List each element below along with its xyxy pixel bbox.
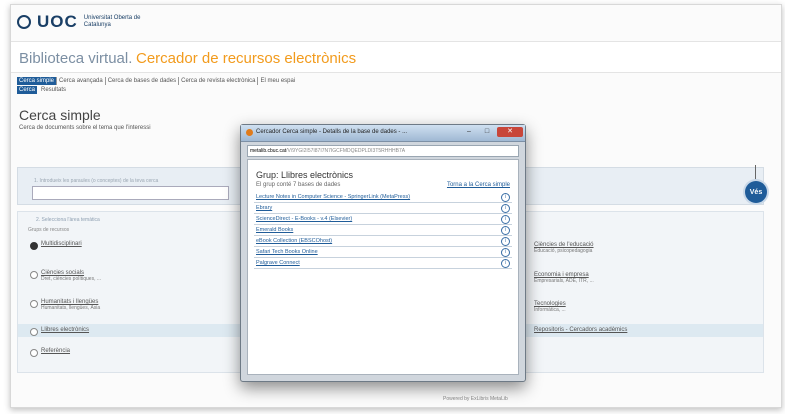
option-repositoris[interactable]: Repositoris - Cercadors acadèmics	[534, 327, 627, 333]
back-to-search-link[interactable]: Torna a la Cerca simple	[447, 182, 510, 188]
info-icon[interactable]: i	[501, 237, 510, 246]
option-tecnologies[interactable]: Tecnologies Informàtica, ...	[534, 301, 566, 313]
database-item: Palgrave Connect i	[254, 258, 512, 269]
database-item: Ebrary i	[254, 203, 512, 214]
option-desc: Humanitats, llengües, Àsia	[41, 305, 101, 311]
option-desc: Informàtica, ...	[534, 307, 566, 313]
group-count: El grup conté 7 bases de dades	[256, 182, 341, 188]
page-title-accent: Cercador de recursos electrònics	[136, 50, 357, 67]
option-ciencies-socials[interactable]: Ciències socials Dret, ciències polítiqu…	[30, 270, 101, 282]
radio-icon[interactable]	[30, 271, 38, 279]
option-label: Multidisciplinari	[41, 241, 82, 247]
subtab-cerca[interactable]: Cerca	[17, 86, 38, 94]
logo-text: UOC	[37, 12, 78, 31]
option-label: Repositoris - Cercadors acadèmics	[534, 327, 628, 333]
option-desc: Empresarials, ADE, ITR, ...	[534, 278, 594, 284]
uoc-logo[interactable]: UOC Universitat Oberta de Catalunya	[17, 11, 144, 33]
database-item: Emerald Books i	[254, 225, 512, 236]
tab-cerca-avancada[interactable]: Cerca avançada	[57, 77, 106, 85]
database-link[interactable]: Lecture Notes in Computer Science - Spri…	[256, 192, 486, 202]
browser-icon	[246, 129, 253, 136]
option-multidisciplinari[interactable]: Multidisciplinari	[30, 241, 82, 250]
database-link[interactable]: eBook Collection (EBSCOhost)	[256, 236, 486, 246]
database-link[interactable]: Ebrary	[256, 203, 486, 213]
close-icon[interactable]: ✕	[497, 127, 523, 137]
address-bar[interactable]: metalib.cbuc.cat/V/9YGI2I57I87I7N7IGCFMD…	[247, 145, 519, 157]
info-icon[interactable]: i	[501, 215, 510, 224]
option-humanitats[interactable]: Humanitats i llengües Humanitats, llengü…	[30, 299, 100, 311]
database-link[interactable]: ScienceDirect - E-Books - v.4 (Elsevier)	[256, 214, 486, 224]
page-title: Biblioteca virtual.	[19, 50, 133, 67]
radio-icon[interactable]	[30, 328, 38, 336]
address-path: /V/9YGI2I57I87I7N7IGCFMDQEDPLDI3T5RHHHB7…	[286, 148, 406, 154]
option-label: Referència	[41, 348, 71, 354]
info-icon[interactable]: i	[501, 204, 510, 213]
option-llibres-electronics[interactable]: Llibres electrònics	[30, 327, 89, 336]
window-title: Cercador Cerca simple - Detalls de la ba…	[256, 129, 408, 135]
group-label: Grups de recursos	[28, 227, 70, 233]
radio-icon[interactable]	[30, 300, 38, 308]
database-item: ScienceDirect - E-Books - v.4 (Elsevier)…	[254, 214, 512, 225]
database-link[interactable]: Emerald Books	[256, 225, 486, 235]
option-referencia[interactable]: Referència	[30, 348, 70, 357]
radio-icon[interactable]	[30, 242, 38, 250]
tab-cerca-revista[interactable]: Cerca de revista electrònica	[179, 77, 259, 85]
radio-icon[interactable]	[30, 349, 38, 357]
option-desc: Educació, psicopedagogia	[534, 248, 593, 254]
go-button[interactable]: Vés	[745, 181, 767, 203]
sub-tabs: Cerca Resultats	[17, 86, 68, 94]
section-subtitle: Cerca de documents sobre el tema que l'i…	[19, 125, 151, 131]
database-link[interactable]: Safari Tech Books Online	[256, 247, 486, 257]
info-icon[interactable]: i	[501, 226, 510, 235]
option-economia-empresa[interactable]: Economia i empresa Empresarials, ADE, IT…	[534, 272, 594, 284]
uoc-logo-mark	[17, 15, 31, 29]
divider	[755, 165, 756, 181]
option-desc: Dret, ciències polítiques, ...	[41, 276, 102, 282]
window-titlebar[interactable]: Cercador Cerca simple - Detalls de la ba…	[241, 125, 525, 142]
tab-cerca-simple[interactable]: Cerca simple	[17, 77, 58, 85]
option-label: Llibres electrònics	[41, 327, 90, 333]
subtab-resultats[interactable]: Resultats	[39, 86, 68, 94]
database-item: Lecture Notes in Computer Science - Spri…	[254, 192, 512, 203]
database-list: Lecture Notes in Computer Science - Spri…	[254, 192, 512, 269]
section-title: Cerca simple	[19, 107, 101, 123]
database-link[interactable]: Palgrave Connect	[256, 258, 486, 268]
option-ciencies-educacio[interactable]: Ciències de l'educació Educació, psicope…	[534, 242, 594, 254]
database-item: eBook Collection (EBSCOhost) i	[254, 236, 512, 247]
database-item: Safari Tech Books Online i	[254, 247, 512, 258]
footer-powered-by: Powered by ExLibris MetaLib	[443, 396, 508, 402]
info-icon[interactable]: i	[501, 248, 510, 257]
info-icon[interactable]: i	[501, 193, 510, 202]
maximize-icon[interactable]: □	[479, 127, 495, 137]
minimize-icon[interactable]: –	[461, 127, 477, 137]
step1-label: 1. Introdueix les paraules (o conceptes)…	[34, 178, 159, 184]
info-icon[interactable]: i	[501, 259, 510, 268]
main-tabs: Cerca simple Cerca avançada Cerca de bas…	[17, 77, 297, 85]
group-title: Grup: Llibres electrònics	[256, 170, 354, 180]
tab-meu-espai[interactable]: El meu espai	[258, 77, 297, 85]
window-content: Grup: Llibres electrònics El grup conté …	[247, 159, 519, 375]
page-title-bar: Biblioteca virtual. Cercador de recursos…	[11, 41, 781, 73]
tab-cerca-bases-dades[interactable]: Cerca de bases de dades	[106, 77, 180, 85]
logo-subtitle: Universitat Oberta de Catalunya	[83, 15, 141, 28]
search-input[interactable]	[32, 186, 229, 200]
address-host: metalib.cbuc.cat	[250, 148, 287, 154]
step2-label: 2. Selecciona l'àrea temàtica	[36, 217, 100, 223]
database-details-window: Cercador Cerca simple - Detalls de la ba…	[240, 124, 526, 382]
